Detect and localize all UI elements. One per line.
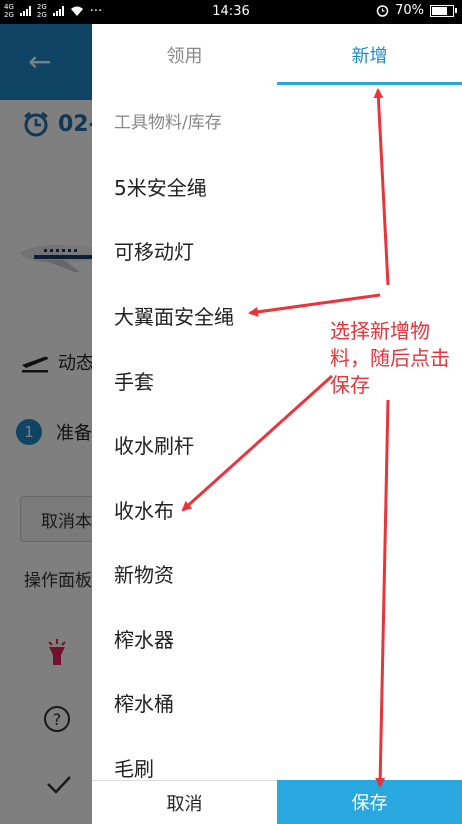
- list-item[interactable]: 毛刷: [114, 753, 154, 782]
- list-item[interactable]: 5米安全绳: [114, 172, 207, 201]
- active-tab-indicator: [277, 82, 462, 85]
- list-item[interactable]: 手套: [114, 366, 154, 395]
- list-item[interactable]: 大翼面安全绳: [114, 301, 234, 330]
- tab-bar: 领用 新增: [92, 24, 462, 86]
- battery-icon: [430, 4, 457, 17]
- status-bar: 4G 2G 2G 2G ··· 14:36 70%: [0, 0, 462, 24]
- tab-use[interactable]: 领用: [92, 24, 277, 86]
- cancel-button[interactable]: 取消: [92, 780, 277, 824]
- status-right: 70%: [376, 3, 457, 18]
- list-item[interactable]: 收水布: [114, 495, 174, 524]
- list-item[interactable]: 可移动灯: [114, 236, 194, 265]
- drawer-footer: 取消 保存: [92, 780, 462, 824]
- material-drawer: 领用 新增 工具物料/库存 5米安全绳 可移动灯 大翼面安全绳 手套 收水刷杆 …: [92, 24, 462, 824]
- list-item[interactable]: 收水刷杆: [114, 430, 194, 459]
- battery-percent: 70%: [395, 3, 424, 18]
- list-item[interactable]: 榨水桶: [114, 688, 174, 717]
- list-item[interactable]: 新物资: [114, 559, 174, 588]
- tab-new[interactable]: 新增: [277, 24, 462, 86]
- save-button[interactable]: 保存: [277, 780, 462, 824]
- list-item[interactable]: 榨水器: [114, 624, 174, 653]
- list-header: 工具物料/库存: [114, 113, 222, 133]
- alarm-icon: [376, 5, 389, 17]
- annotation-text: 选择新增物料，随后点击保存: [330, 319, 450, 397]
